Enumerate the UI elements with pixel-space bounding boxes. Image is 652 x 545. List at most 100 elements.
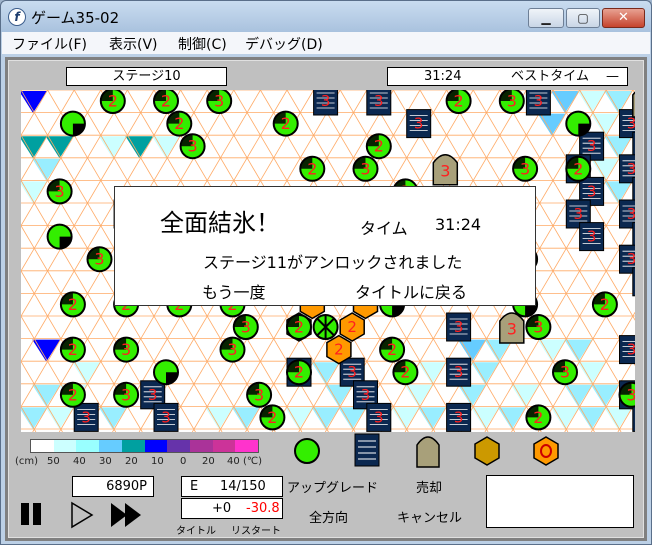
green-circle-icon bbox=[294, 438, 320, 464]
heater-tool[interactable] bbox=[292, 436, 322, 466]
scale-swatch bbox=[76, 440, 100, 452]
tower-tool[interactable] bbox=[415, 433, 441, 469]
hexagon-ring-icon bbox=[533, 436, 559, 466]
heater-direction bbox=[72, 123, 85, 136]
fast-forward-icon bbox=[111, 503, 141, 527]
heater-unit: 2 bbox=[392, 359, 419, 386]
unit-level: 3 bbox=[414, 115, 424, 133]
restart-button[interactable]: リスタート bbox=[231, 522, 281, 537]
heater-unit: 2 bbox=[445, 90, 472, 114]
return-to-title-button[interactable]: タイトルに戻る bbox=[355, 279, 467, 303]
scale-swatch bbox=[189, 440, 213, 452]
unit-level: 3 bbox=[374, 408, 384, 426]
cancel-button[interactable]: キャンセル bbox=[397, 507, 462, 526]
unit-level: 2 bbox=[347, 318, 357, 336]
heater-unit: 2 bbox=[591, 291, 618, 318]
elapsed-time: 31:24 bbox=[424, 69, 462, 84]
heater-unit: 3 bbox=[219, 336, 246, 363]
menu-debug[interactable]: デバッグ(D) bbox=[245, 34, 323, 54]
cooling-panel: 3 bbox=[153, 402, 179, 432]
cooling-panel: 3 bbox=[632, 267, 635, 297]
best-time-value: — bbox=[606, 69, 619, 84]
unit-level: 2 bbox=[307, 159, 317, 178]
unit-level: 3 bbox=[374, 92, 384, 110]
menu-file[interactable]: ファイル(F) bbox=[12, 34, 87, 54]
energy-label: E bbox=[190, 479, 199, 494]
energy-display: E 14/150 bbox=[181, 476, 283, 497]
unit-level: 3 bbox=[121, 385, 131, 404]
unit-level: 3 bbox=[148, 386, 158, 404]
scale-swatch bbox=[212, 440, 236, 452]
unit-level: 3 bbox=[161, 408, 171, 426]
unit-level: 2 bbox=[68, 295, 78, 314]
unit-level: 3 bbox=[587, 182, 597, 200]
unit-level: 3 bbox=[454, 363, 464, 381]
scale-swatch bbox=[235, 440, 259, 452]
unit-level: 3 bbox=[587, 228, 597, 246]
heater-direction bbox=[392, 304, 405, 317]
retry-button[interactable]: もう一度 bbox=[202, 279, 266, 303]
sell-button[interactable]: 売却 bbox=[416, 477, 442, 496]
unit-level: 2 bbox=[600, 295, 610, 314]
fast-forward-button[interactable] bbox=[109, 501, 145, 529]
ice-cell bbox=[21, 136, 47, 159]
game-client-area: ステージ10 31:24 ベストタイム — 333333333333333333… bbox=[5, 57, 647, 541]
heater-unit bbox=[46, 223, 73, 250]
cooler-tool[interactable] bbox=[354, 433, 380, 467]
title-button[interactable]: タイトル bbox=[176, 522, 216, 537]
heater-unit bbox=[153, 359, 179, 386]
heater-unit: 2 bbox=[59, 336, 86, 363]
scale-label-10: 10 bbox=[151, 456, 164, 467]
unit-level: 3 bbox=[321, 92, 331, 110]
upgrade-button[interactable]: アップグレード bbox=[287, 477, 378, 496]
unit-level: 2 bbox=[294, 363, 304, 382]
unit-level: 3 bbox=[454, 408, 464, 426]
menu-view[interactable]: 表示(V) bbox=[109, 34, 158, 54]
heater-unit: 2 bbox=[59, 291, 86, 318]
heater-unit: 3 bbox=[618, 381, 635, 408]
heater-unit: 2 bbox=[286, 314, 312, 340]
play-button[interactable] bbox=[69, 501, 95, 529]
hex-heater: 2 bbox=[326, 334, 352, 365]
close-button[interactable]: ✕ bbox=[602, 8, 645, 28]
unit-level: 3 bbox=[347, 363, 357, 381]
unit-level: 3 bbox=[626, 385, 635, 404]
heater-unit: 3 bbox=[552, 359, 578, 386]
heater-unit: 3 bbox=[232, 314, 259, 340]
scale-swatch bbox=[121, 440, 145, 452]
cooling-panel: 3 bbox=[446, 402, 472, 432]
unit-level: 3 bbox=[188, 137, 198, 156]
scale-label-40c: 40 bbox=[227, 456, 240, 467]
minimize-button[interactable]: ▁ bbox=[528, 8, 564, 28]
cooling-panel: 3 bbox=[579, 222, 605, 252]
heater-unit: 2 bbox=[525, 404, 552, 431]
all-directions-button[interactable]: 全方向 bbox=[309, 507, 348, 526]
best-time-label: ベストタイム bbox=[511, 69, 590, 84]
heater-unit: 3 bbox=[206, 90, 233, 114]
heater-unit bbox=[565, 110, 592, 137]
heater-unit: 3 bbox=[498, 90, 525, 114]
unit-level: 3 bbox=[81, 408, 91, 426]
unit-level: 3 bbox=[254, 385, 264, 404]
hex-tool[interactable] bbox=[472, 435, 502, 467]
hex-ring-tool[interactable] bbox=[531, 435, 561, 467]
cooling-panel: 3 bbox=[406, 109, 432, 139]
unit-level: 3 bbox=[214, 92, 224, 111]
heater-direction bbox=[166, 372, 178, 385]
cooling-panel: 3 bbox=[366, 402, 392, 432]
pause-button[interactable] bbox=[19, 501, 45, 527]
heater-unit: 3 bbox=[113, 336, 140, 363]
scale-label-unit-cm: (cm) bbox=[15, 456, 39, 467]
heater-unit: 3 bbox=[86, 246, 113, 273]
scale-label-20c: 20 bbox=[202, 456, 215, 467]
close-icon: ✕ bbox=[618, 10, 629, 25]
heater-unit: 2 bbox=[166, 110, 193, 137]
unit-level: 2 bbox=[334, 341, 344, 359]
title-bar[interactable]: f ゲーム35-02 ▁ ▢ ✕ bbox=[1, 1, 651, 32]
menu-control[interactable]: 制御(C) bbox=[178, 34, 227, 54]
unit-level: 2 bbox=[267, 408, 277, 427]
unit-level: 3 bbox=[440, 161, 450, 180]
unit-level: 3 bbox=[454, 318, 464, 336]
maximize-button[interactable]: ▢ bbox=[566, 8, 600, 28]
heater-unit: 3 bbox=[512, 155, 539, 182]
